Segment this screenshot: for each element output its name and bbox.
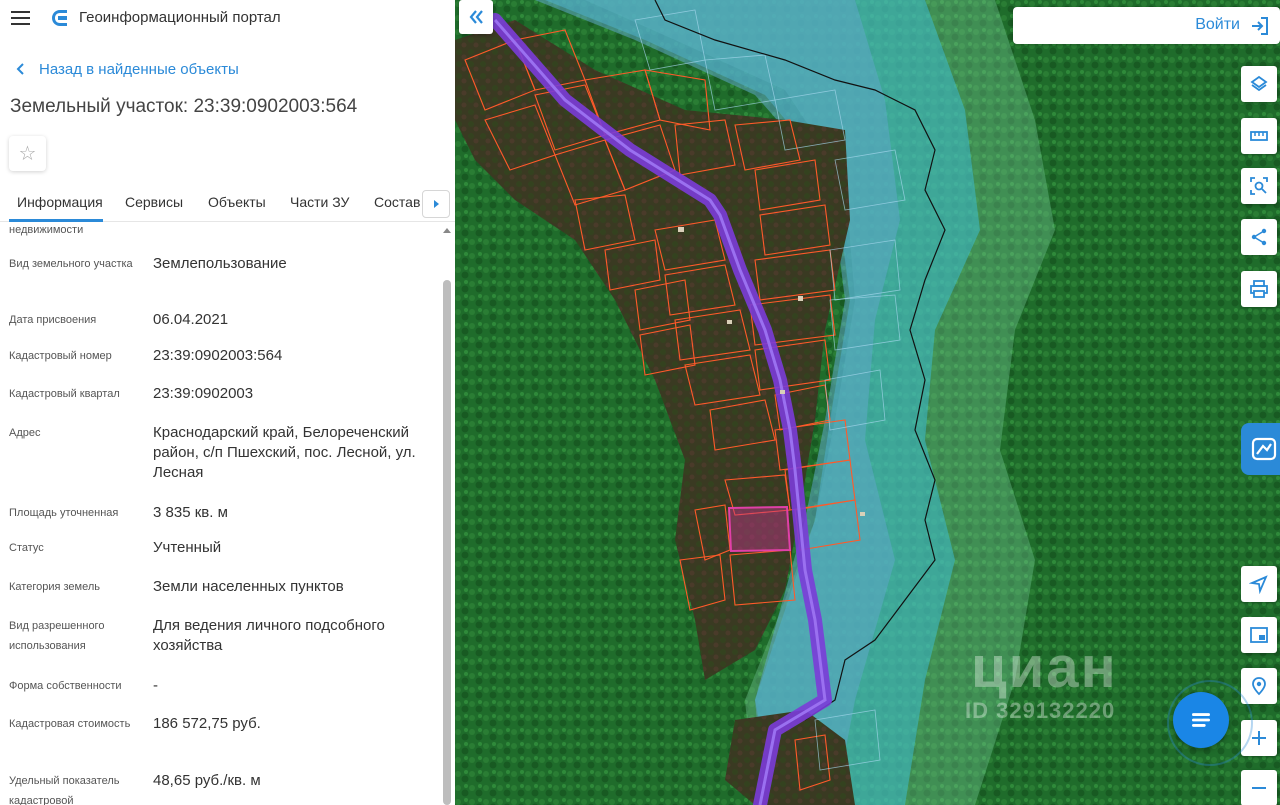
selected-parcel	[727, 505, 792, 553]
field-value: 23:39:0902003:564	[153, 347, 283, 364]
login-button[interactable]: Войти	[1013, 7, 1280, 44]
panel-header: Геоинформационный портал	[0, 0, 455, 36]
field-label: Кадастровый номер	[9, 350, 112, 362]
field-label: Категория земель	[9, 581, 100, 593]
navigate-arrow-icon	[1249, 575, 1268, 594]
satellite-map[interactable]	[455, 0, 1280, 805]
star-icon: ☆	[18, 143, 37, 165]
field-label: Вид разрешенного использования	[9, 620, 105, 652]
address-value: Краснодарский край, Белореченский район,…	[153, 424, 416, 481]
navigate-button[interactable]	[1241, 566, 1277, 602]
area-search-icon	[1250, 177, 1268, 195]
map-view[interactable]: Войти циан ID 329132220	[455, 0, 1280, 805]
field-value: 06.04.2021	[153, 311, 229, 328]
print-icon	[1250, 280, 1268, 298]
field-label: Вид земельного участка	[9, 258, 133, 270]
area-search-button[interactable]	[1241, 168, 1277, 204]
field-value: 3 835 кв. м	[153, 504, 228, 521]
field-label: Форма собственности	[9, 680, 122, 692]
info-panel: Геоинформационный портал Назад в найденн…	[0, 0, 455, 805]
field-value: -	[153, 677, 158, 694]
field-value: 186 572,75 руб.	[153, 715, 261, 732]
tab-bar: Информация Сервисы Объекты Части ЗУ Сост…	[0, 186, 455, 222]
scrollbar-thumb[interactable]	[443, 280, 451, 805]
ruler-icon	[1250, 131, 1268, 141]
tab-information[interactable]: Информация	[17, 194, 103, 210]
scroll-up-arrow-icon[interactable]	[443, 228, 451, 233]
tab-services[interactable]: Сервисы	[125, 194, 183, 210]
field-label: Площадь уточненная	[9, 507, 119, 519]
chat-button[interactable]	[1173, 692, 1229, 748]
login-icon	[1252, 17, 1268, 35]
layers-button[interactable]	[1241, 66, 1277, 102]
info-list: недвижимости Вид земельного участка Земл…	[0, 222, 440, 805]
ruler-button[interactable]	[1241, 118, 1277, 154]
back-link-label: Назад в найденные объекты	[39, 60, 239, 78]
tab-composition[interactable]: Состав	[374, 194, 420, 210]
field-value: Для ведения личного подсобного хозяйства	[153, 617, 385, 654]
field-label: Статус	[9, 542, 44, 554]
locate-icon	[1252, 677, 1266, 696]
back-to-results-link[interactable]: Назад в найденные объекты	[12, 60, 239, 78]
chevron-left-icon	[16, 63, 24, 75]
info-scrollbar[interactable]	[441, 222, 453, 805]
tab-parts[interactable]: Части ЗУ	[290, 194, 349, 210]
side-panel-tab[interactable]	[1241, 423, 1280, 475]
field-label: Удельный показатель кадастровой	[9, 775, 120, 805]
share-button[interactable]	[1241, 219, 1277, 255]
field-value: Землепользование	[153, 255, 287, 272]
field-value: 48,65 руб./кв. м	[153, 772, 261, 789]
field-value: 23:39:0902003	[153, 385, 254, 402]
chat-icon	[1192, 713, 1210, 727]
zoom-out-icon	[1252, 787, 1266, 789]
field-value: Учтенный	[153, 539, 222, 556]
minimap-icon	[1250, 627, 1268, 643]
print-button[interactable]	[1241, 271, 1277, 307]
layers-icon	[1250, 75, 1268, 92]
favorite-button[interactable]: ☆	[9, 136, 46, 171]
share-icon	[1251, 228, 1267, 246]
field-label: недвижимости	[9, 224, 84, 236]
tabs-scroll-right-button[interactable]	[422, 190, 450, 218]
tab-objects[interactable]: Объекты	[208, 194, 266, 210]
field-value: Земли населенных пунктов	[153, 578, 344, 595]
menu-icon[interactable]	[11, 11, 30, 25]
collapse-panel-button[interactable]	[459, 0, 493, 34]
minimap-button[interactable]	[1241, 617, 1277, 653]
field-label: Кадастровая стоимость	[9, 718, 131, 730]
app-title: Геоинформационный портал	[79, 9, 281, 26]
double-chevron-left-icon	[469, 10, 483, 24]
field-label: Дата присвоения	[9, 314, 97, 326]
locate-button[interactable]	[1241, 668, 1277, 704]
zoom-out-button[interactable]	[1241, 770, 1277, 805]
login-label: Войти	[1195, 16, 1240, 33]
portal-logo-icon	[52, 10, 67, 26]
field-label: Кадастровый квартал	[9, 388, 120, 400]
field-label: Адрес	[9, 427, 41, 439]
map-info-icon	[1251, 437, 1277, 461]
page-title: Земельный участок: 23:39:0902003:564	[10, 96, 358, 117]
